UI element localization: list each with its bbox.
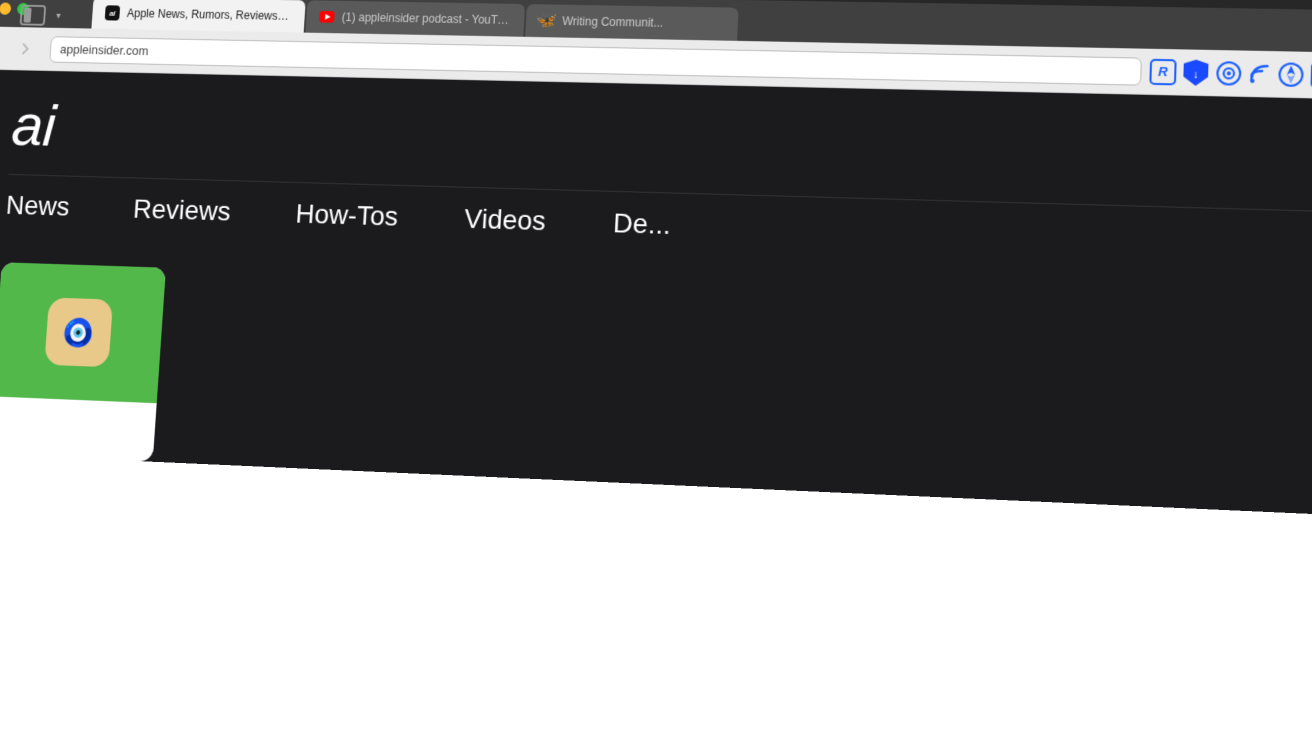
ai-favicon-text: ai [109, 9, 116, 18]
chevron-down-icon[interactable]: ▾ [56, 11, 61, 21]
extension-icons: R ↓ [1149, 57, 1312, 90]
app-icon-emoji: 🧿 [62, 316, 96, 349]
app-icon: 🧿 [44, 297, 113, 367]
site-navigation: News Reviews How-Tos Videos De... [4, 174, 1312, 276]
location-svg [1277, 61, 1305, 88]
tab-appleinsider[interactable]: ai Apple News, Rumors, Reviews, Price... [91, 0, 305, 33]
nav-item-news[interactable]: News [4, 177, 72, 236]
rss-extension-icon[interactable] [1248, 62, 1271, 85]
site-inner: ai News Reviews How-Tos Videos De... [0, 69, 1312, 278]
youtube-play-icon [324, 14, 330, 20]
nav-item-reviews[interactable]: Reviews [131, 180, 232, 240]
nav-item-videos[interactable]: Videos [463, 190, 548, 251]
address-text: appleinsider.com [60, 42, 149, 58]
nav-controls [0, 32, 41, 63]
location-extension-icon[interactable] [1277, 61, 1305, 88]
shield-extension-icon[interactable]: ↓ [1182, 58, 1210, 87]
main-wrapper: Safari File Edit View History Bookmarks … [0, 0, 1312, 731]
nav-item-more[interactable]: De... [612, 194, 672, 255]
nav-item-howtos[interactable]: How-Tos [294, 185, 400, 246]
tab-favicon-ai: ai [105, 5, 121, 20]
tab-writing-community[interactable]: 🦋 Writing Communit... [525, 4, 738, 41]
tab-youtube[interactable]: (1) appleinsider podcast - YouTube [306, 0, 526, 36]
butterfly-icon: 🦋 [536, 11, 558, 32]
shield-icon: ↓ [1182, 58, 1210, 87]
tab-favicon-youtube [319, 11, 335, 23]
logo-text: ai [10, 93, 58, 159]
radar-svg [1215, 60, 1243, 87]
card-green-top: 🧿 [0, 262, 166, 403]
sidebar-controls: ▾ [20, 5, 62, 26]
svg-text:↓: ↓ [1193, 68, 1199, 81]
sidebar-toggle-button[interactable] [20, 5, 47, 26]
minimize-button[interactable] [0, 2, 11, 14]
back-button[interactable] [0, 32, 6, 63]
readwise-extension-icon[interactable]: R [1149, 58, 1176, 85]
forward-button[interactable] [10, 33, 41, 64]
content-card-1: 🧿 [0, 262, 166, 461]
tab-favicon-bluesky: 🦋 [539, 13, 555, 29]
site-logo: ai [10, 97, 1312, 192]
sidebar-toggle-icon [23, 8, 31, 23]
rss-svg [1248, 62, 1271, 85]
shield-svg: ↓ [1182, 58, 1210, 87]
tab-title-writing: Writing Communit... [562, 14, 664, 29]
tab-title-youtube: (1) appleinsider podcast - YouTube [341, 10, 511, 26]
browser-window: Safari File Edit View History Bookmarks … [0, 0, 1312, 731]
radar-extension-icon[interactable] [1215, 60, 1243, 87]
tab-title-appleinsider: Apple News, Rumors, Reviews, Price... [126, 7, 292, 23]
forward-icon [18, 42, 32, 55]
website-content: ai News Reviews How-Tos Videos De... 🧿 [0, 69, 1312, 518]
content-preview: 🧿 [0, 260, 1312, 518]
